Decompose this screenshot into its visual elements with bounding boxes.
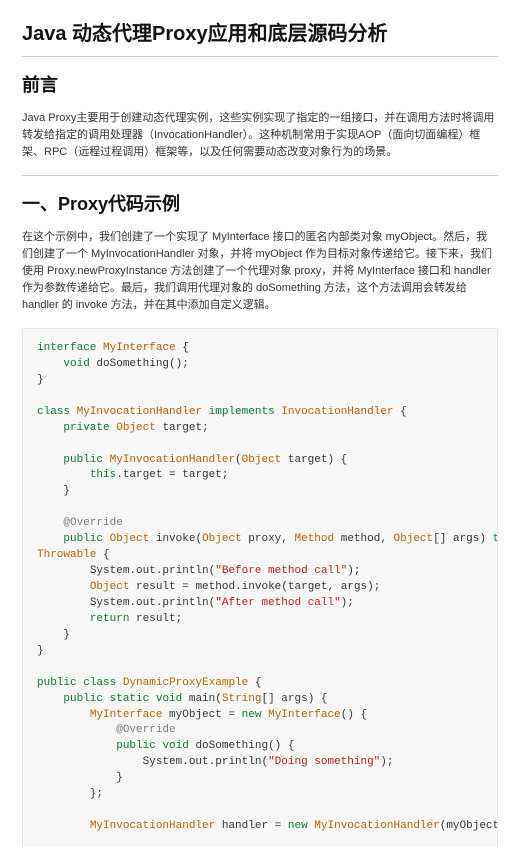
id-target4: target (182, 469, 222, 481)
kw-class: class (37, 406, 70, 418)
kw-static: static (110, 693, 150, 705)
type-myinterface3: MyInterface (268, 709, 341, 721)
id-myobject: myObject (169, 709, 222, 721)
kw-new2: new (288, 820, 308, 832)
article-page: Java 动态代理Proxy应用和底层源码分析 前言 Java Proxy主要用… (0, 0, 520, 847)
kw-void2: void (156, 693, 182, 705)
type-myinvh: MyInvocationHandler (77, 406, 202, 418)
str-doing: "Doing something" (268, 756, 380, 768)
fn-main: main (189, 693, 215, 705)
id-sop1: System.out.println (90, 565, 209, 577)
kw-void: void (63, 358, 89, 370)
id-target: target (162, 422, 202, 434)
kw-new: new (242, 709, 262, 721)
type-myinvh3: MyInvocationHandler (90, 820, 215, 832)
id-sop3: System.out.println (143, 756, 262, 768)
kw-public2: public (63, 533, 103, 545)
id-sop2: System.out.println (90, 597, 209, 609)
kw-throws: throws (493, 533, 498, 545)
str-after: "After method call" (215, 597, 340, 609)
kw-public4: public (63, 693, 103, 705)
kw-implements: implements (209, 406, 275, 418)
id-result2: result (136, 613, 176, 625)
id-target5: target (288, 581, 328, 593)
id-handler: handler (222, 820, 268, 832)
fn-invoke: invoke (156, 533, 196, 545)
id-target2: target (288, 454, 328, 466)
type-myinterface2: MyInterface (90, 709, 163, 721)
type-myinvh2: MyInvocationHandler (110, 454, 235, 466)
kw-class2: class (83, 677, 116, 689)
id-args2: args (341, 581, 367, 593)
kw-private: private (63, 422, 109, 434)
id-proxy: proxy (248, 533, 281, 545)
ann-override: @Override (63, 517, 122, 529)
section-heading-example: 一、Proxy代码示例 (22, 190, 498, 219)
type-myinterface: MyInterface (103, 342, 176, 354)
id-result: result (136, 581, 176, 593)
fn-dosomething: doSomething (96, 358, 169, 370)
type-object: Object (116, 422, 156, 434)
id-method: method (341, 533, 381, 545)
title-rule (22, 56, 498, 57)
type-invh: InvocationHandler (281, 406, 393, 418)
section-rule (22, 175, 498, 176)
id-myobject2: myObject (446, 820, 498, 832)
example-paragraph: 在这个示例中，我们创建了一个实现了 MyInterface 接口的匿名内部类对象… (22, 229, 498, 314)
type-throwable: Throwable (37, 549, 96, 561)
type-object4: Object (202, 533, 242, 545)
preface-paragraph: Java Proxy主要用于创建动态代理实例，这些实例实现了指定的一组接口，并在… (22, 110, 498, 161)
kw-public3: public (37, 677, 77, 689)
type-object2: Object (242, 454, 282, 466)
ann-override2: @Override (116, 724, 175, 736)
kw-void3: void (162, 740, 188, 752)
type-string: String (222, 693, 262, 705)
id-invoke2: invoke (242, 581, 282, 593)
fn-dosomething2: doSomething (195, 740, 268, 752)
type-object6: Object (90, 581, 130, 593)
code-block: interface MyInterface { void doSomething… (22, 328, 498, 847)
type-object3: Object (110, 533, 150, 545)
id-args: args (453, 533, 479, 545)
kw-public5: public (116, 740, 156, 752)
type-myinvh4: MyInvocationHandler (314, 820, 439, 832)
type-dpe: DynamicProxyExample (123, 677, 248, 689)
kw-return: return (90, 613, 130, 625)
str-before: "Before method call" (215, 565, 347, 577)
id-args3: args (281, 693, 307, 705)
type-object5: Object (394, 533, 434, 545)
kw-public: public (63, 454, 103, 466)
type-method: Method (295, 533, 335, 545)
kw-interface: interface (37, 342, 96, 354)
id-method2: method (195, 581, 235, 593)
kw-this: this (90, 469, 116, 481)
page-title: Java 动态代理Proxy应用和底层源码分析 (22, 18, 498, 50)
section-heading-preface: 前言 (22, 71, 498, 100)
id-target3: target (123, 469, 163, 481)
